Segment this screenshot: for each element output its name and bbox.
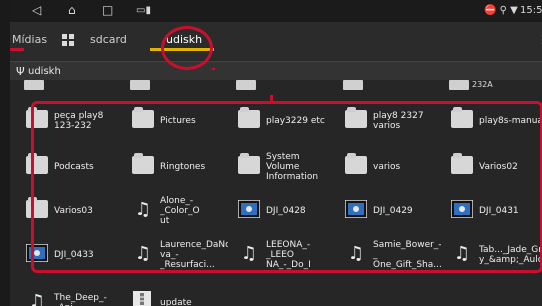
status-time: 15:5 bbox=[520, 5, 542, 16]
callout-line bbox=[212, 68, 215, 70]
archive-file-icon-svg bbox=[133, 291, 151, 306]
tabs-bar: Mídias sdcard udiskh ⋮ bbox=[10, 22, 542, 60]
overflow-menu-icon[interactable]: ⋮ bbox=[537, 33, 542, 46]
grid-icon-svg bbox=[62, 34, 74, 46]
highlight-box bbox=[31, 101, 542, 273]
back-nav-icon[interactable]: ◁ bbox=[32, 3, 41, 17]
tab-midias[interactable]: Mídias bbox=[12, 33, 47, 46]
usb-icon: Ψ bbox=[16, 65, 25, 78]
music-note-icon: ♫ bbox=[28, 291, 46, 306]
path-bar: Ψ udiskh bbox=[10, 61, 542, 82]
file-item[interactable]: update bbox=[122, 286, 230, 306]
status-icons: ⛔ ⚲ ▼ bbox=[484, 5, 518, 16]
archive-file-icon bbox=[132, 290, 154, 306]
callout-line bbox=[10, 48, 24, 51]
file-item-label: The_Deep_-_Ani bbox=[54, 293, 107, 306]
file-item[interactable]: ♫ The_Deep_-_Ani bbox=[16, 286, 124, 306]
tab-sdcard[interactable]: sdcard bbox=[90, 33, 127, 46]
device-frame: ◁ ⌂ □ ▭▮ ⛔ ⚲ ▼ 15:5 Mídias sdcard udiskh… bbox=[0, 0, 542, 306]
file-item-label: update bbox=[160, 298, 192, 306]
notification-icons: ▭▮ bbox=[136, 5, 151, 16]
home-nav-icon[interactable]: ⌂ bbox=[68, 3, 76, 17]
highlight-circle bbox=[161, 26, 213, 70]
grid-icon[interactable] bbox=[62, 34, 74, 46]
status-bar: ◁ ⌂ □ ▭▮ ⛔ ⚲ ▼ 15:5 bbox=[10, 0, 542, 22]
screen: ◁ ⌂ □ ▭▮ ⛔ ⚲ ▼ 15:5 Mídias sdcard udiskh… bbox=[10, 0, 542, 306]
recent-apps-icon[interactable]: □ bbox=[102, 3, 113, 17]
path-label: udiskh bbox=[28, 66, 61, 77]
callout-line bbox=[270, 95, 273, 103]
